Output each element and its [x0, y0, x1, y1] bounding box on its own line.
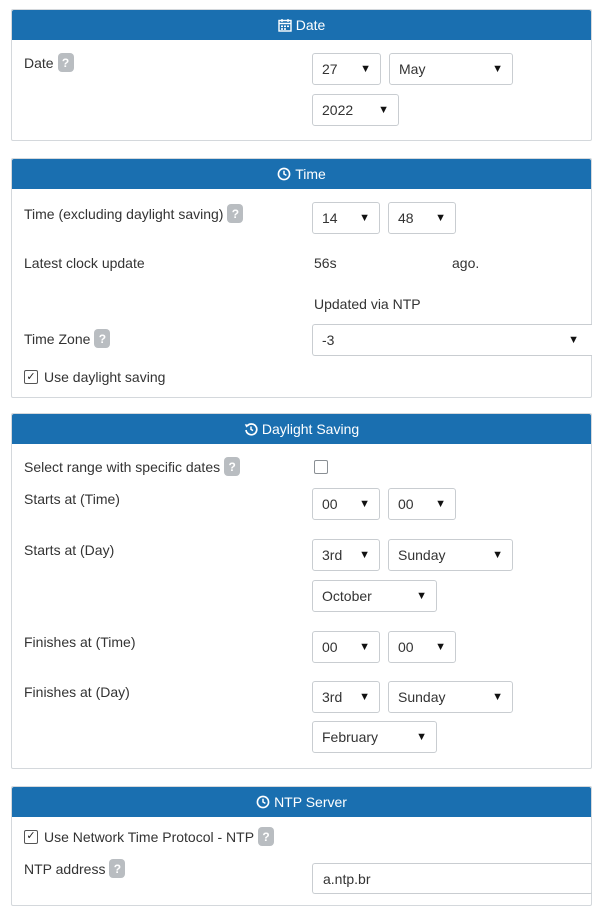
use-ntp-label: Use Network Time Protocol - NTP	[44, 828, 255, 845]
use-ntp-checkbox[interactable]: ✓	[24, 829, 38, 844]
timezone-label-row: Time Zone ?	[24, 329, 111, 348]
month-select-value: May	[399, 61, 426, 77]
chevron-down-icon: ▼	[492, 63, 503, 75]
day-select-value: 27	[322, 61, 338, 77]
starts-ordinal-select[interactable]: 3rd ▼	[312, 539, 380, 571]
range-label-row: Select range with specific dates ?	[24, 457, 241, 476]
daylight-saving-panel: Daylight Saving Select range with specif…	[11, 413, 592, 769]
use-dst-label: Use daylight saving	[44, 369, 166, 385]
starts-ordinal-value: 3rd	[322, 547, 343, 563]
finishes-day-label: Finishes at (Day)	[24, 684, 130, 700]
chevron-down-icon: ▼	[359, 212, 370, 224]
starts-hour-value: 00	[322, 496, 338, 512]
chevron-down-icon: ▼	[359, 691, 370, 703]
date-panel: Date Date ? 27 ▼ May ▼ 2022 ▼	[11, 9, 592, 141]
chevron-down-icon: ▼	[435, 641, 446, 653]
ntp-address-help-icon[interactable]: ?	[109, 859, 126, 878]
minute-select[interactable]: 48 ▼	[388, 202, 456, 234]
chevron-down-icon: ▼	[360, 63, 371, 75]
clock-icon	[277, 167, 291, 181]
history-icon	[244, 422, 258, 436]
calendar-icon	[278, 18, 292, 32]
finishes-month-value: February	[322, 729, 379, 745]
time-label-row: Time (excluding daylight saving) ?	[24, 204, 244, 223]
daylight-saving-panel-header: Daylight Saving	[12, 414, 591, 444]
time-help-icon[interactable]: ?	[227, 204, 244, 223]
chevron-down-icon: ▼	[378, 104, 389, 116]
daylight-saving-panel-title: Daylight Saving	[261, 421, 360, 437]
date-help-icon[interactable]: ?	[57, 53, 74, 72]
date-label-row: Date ?	[24, 53, 74, 72]
range-label: Select range with specific dates	[24, 458, 221, 475]
finishes-weekday-select[interactable]: Sunday ▼	[388, 681, 513, 713]
range-help-icon[interactable]: ?	[224, 457, 241, 476]
ntp-server-panel-title: NTP Server	[274, 794, 347, 810]
finishes-minute-select[interactable]: 00 ▼	[388, 631, 456, 663]
finishes-ordinal-select[interactable]: 3rd ▼	[312, 681, 380, 713]
minute-select-value: 48	[398, 210, 414, 226]
starts-month-value: October	[322, 588, 372, 604]
finishes-hour-value: 00	[322, 639, 338, 655]
finishes-month-select[interactable]: February ▼	[312, 721, 437, 753]
finishes-minute-value: 00	[398, 639, 414, 655]
chevron-down-icon: ▼	[359, 498, 370, 510]
latest-update-suffix: ago.	[452, 255, 480, 271]
chevron-down-icon: ▼	[435, 212, 446, 224]
timezone-help-icon[interactable]: ?	[94, 329, 111, 348]
chevron-down-icon: ▼	[492, 549, 503, 561]
time-panel: Time Time (excluding daylight saving) ? …	[11, 158, 592, 398]
hour-select-value: 14	[322, 210, 338, 226]
ntp-address-input[interactable]: a.ntp.br	[312, 863, 592, 894]
finishes-ordinal-value: 3rd	[322, 689, 343, 705]
finishes-time-label: Finishes at (Time)	[24, 634, 136, 650]
latest-update-label: Latest clock update	[24, 255, 145, 271]
starts-month-select[interactable]: October ▼	[312, 580, 437, 612]
starts-minute-select[interactable]: 00 ▼	[388, 488, 456, 520]
time-panel-title: Time	[295, 166, 326, 182]
use-dst-row[interactable]: ✓ Use daylight saving	[24, 369, 165, 385]
chevron-down-icon: ▼	[435, 498, 446, 510]
day-select[interactable]: 27 ▼	[312, 53, 381, 85]
finishes-weekday-value: Sunday	[398, 689, 446, 705]
starts-day-label: Starts at (Day)	[24, 542, 115, 558]
date-panel-title: Date	[295, 17, 326, 33]
year-select[interactable]: 2022 ▼	[312, 94, 399, 126]
latest-update-value: 56s	[314, 255, 337, 271]
starts-time-label: Starts at (Time)	[24, 491, 120, 507]
chevron-down-icon: ▼	[359, 641, 370, 653]
chevron-down-icon: ▼	[492, 691, 503, 703]
ntp-address-label: NTP address	[24, 860, 106, 877]
range-checkbox[interactable]	[314, 460, 328, 474]
starts-weekday-value: Sunday	[398, 547, 446, 563]
chevron-down-icon: ▼	[359, 549, 370, 561]
hour-select[interactable]: 14 ▼	[312, 202, 380, 234]
starts-hour-select[interactable]: 00 ▼	[312, 488, 380, 520]
updated-via-text: Updated via NTP	[314, 296, 421, 312]
chevron-down-icon: ▼	[416, 590, 427, 602]
timezone-select[interactable]: -3 ▼	[312, 324, 592, 356]
timezone-label: Time Zone	[24, 330, 91, 347]
ntp-server-panel-header: NTP Server	[12, 787, 591, 817]
year-select-value: 2022	[322, 102, 354, 118]
month-select[interactable]: May ▼	[389, 53, 513, 85]
date-panel-header: Date	[12, 10, 591, 40]
date-label: Date	[24, 54, 54, 71]
chevron-down-icon: ▼	[568, 334, 579, 346]
clock-icon	[256, 795, 270, 809]
ntp-address-value: a.ntp.br	[323, 870, 371, 887]
ntp-server-panel: NTP Server ✓ Use Network Time Protocol -…	[11, 786, 592, 906]
use-ntp-row[interactable]: ✓ Use Network Time Protocol - NTP ?	[24, 827, 275, 846]
finishes-hour-select[interactable]: 00 ▼	[312, 631, 380, 663]
chevron-down-icon: ▼	[416, 731, 427, 743]
time-panel-header: Time	[12, 159, 591, 189]
ntp-address-label-row: NTP address ?	[24, 859, 126, 878]
timezone-select-value: -3	[322, 332, 335, 348]
starts-weekday-select[interactable]: Sunday ▼	[388, 539, 513, 571]
use-ntp-help-icon[interactable]: ?	[258, 827, 275, 846]
time-label: Time (excluding daylight saving)	[24, 205, 224, 222]
starts-minute-value: 00	[398, 496, 414, 512]
use-dst-checkbox[interactable]: ✓	[24, 370, 38, 384]
